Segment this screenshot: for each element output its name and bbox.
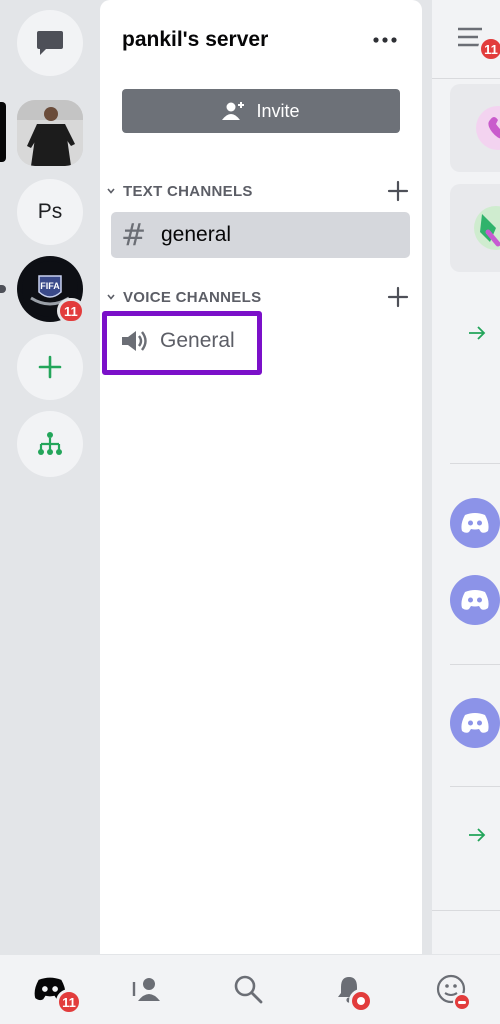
category-text-channels[interactable]: TEXT CHANNELS (106, 180, 253, 202)
discord-logo-icon (461, 513, 489, 533)
divider (450, 786, 500, 787)
server-name[interactable]: pankil's server (122, 28, 268, 52)
voice-channel-label: General (160, 329, 235, 352)
category-text-label: TEXT CHANNELS (123, 182, 253, 200)
search-icon (234, 975, 263, 1004)
arrow-right-icon[interactable] (468, 828, 486, 842)
phone-call-icon (476, 106, 500, 150)
record-dot-icon (357, 997, 365, 1005)
activity-card[interactable] (450, 84, 500, 172)
server-ps[interactable]: Ps (17, 179, 83, 245)
divider (432, 78, 500, 79)
paint-icon (474, 206, 500, 250)
discord-logo-icon (461, 713, 489, 733)
server-fifa-badge: 11 (57, 298, 85, 324)
direct-messages-button[interactable] (17, 10, 83, 76)
category-voice-label: VOICE CHANNELS (123, 288, 262, 306)
member-avatar[interactable] (450, 698, 500, 748)
bottom-navigation: 11 (0, 954, 500, 1024)
category-voice-channels[interactable]: VOICE CHANNELS (106, 286, 261, 308)
add-server-button[interactable] (17, 334, 83, 400)
chevron-down-icon (107, 294, 115, 300)
nav-home[interactable]: 11 (32, 971, 82, 1015)
status-dnd-icon (453, 993, 471, 1011)
hashtag-icon: # (121, 217, 147, 253)
messages-icon (37, 31, 63, 55)
more-horizontal-icon (373, 37, 397, 43)
explore-servers-button[interactable] (17, 411, 83, 477)
server-photo[interactable] (17, 100, 83, 166)
active-server-indicator (0, 102, 6, 162)
invite-label: Invite (256, 100, 300, 121)
more-options-button[interactable] (370, 28, 400, 52)
speaker-icon (122, 331, 147, 351)
divider (432, 910, 500, 911)
add-text-channel-icon[interactable] (386, 179, 410, 203)
nav-search[interactable] (230, 971, 266, 1007)
member-avatar[interactable] (450, 498, 500, 548)
nav-friends[interactable] (130, 971, 166, 1007)
discord-logo-icon (461, 590, 489, 610)
channel-general-voice[interactable]: General (120, 318, 235, 364)
fifa-logo-text: FIFA (40, 281, 60, 291)
friends-icon (132, 978, 160, 1001)
divider (450, 664, 500, 665)
arrow-right-icon[interactable] (468, 326, 486, 340)
member-list-badge: 11 (478, 36, 500, 62)
discord-app: Ps FIFA 11 pankil's server Invite TEXT C… (0, 0, 500, 1024)
divider (450, 463, 500, 464)
members-peek-panel: 11 (432, 0, 500, 954)
unread-indicator (0, 285, 6, 293)
person-photo-icon (17, 100, 83, 166)
invite-button[interactable]: Invite (122, 89, 400, 133)
channel-general-text[interactable]: # general (111, 212, 410, 258)
nav-notifications[interactable] (331, 971, 373, 1013)
home-badge: 11 (56, 989, 82, 1015)
member-avatar[interactable] (450, 575, 500, 625)
server-ps-label: Ps (37, 200, 63, 223)
add-voice-channel-icon[interactable] (386, 285, 410, 309)
notification-dot (349, 989, 373, 1013)
member-list-button[interactable]: 11 (458, 26, 500, 62)
channel-panel: pankil's server Invite TEXT CHANNELS # g… (100, 0, 422, 954)
chevron-down-icon (107, 188, 115, 194)
server-fifa[interactable]: FIFA 11 (17, 256, 85, 324)
server-rail: Ps FIFA 11 (0, 0, 100, 954)
add-user-icon (222, 102, 245, 120)
hub-tree-icon (38, 432, 62, 455)
activity-card[interactable] (450, 184, 500, 272)
channel-label: general (161, 223, 232, 246)
plus-icon (38, 355, 62, 379)
nav-you[interactable] (433, 971, 471, 1011)
